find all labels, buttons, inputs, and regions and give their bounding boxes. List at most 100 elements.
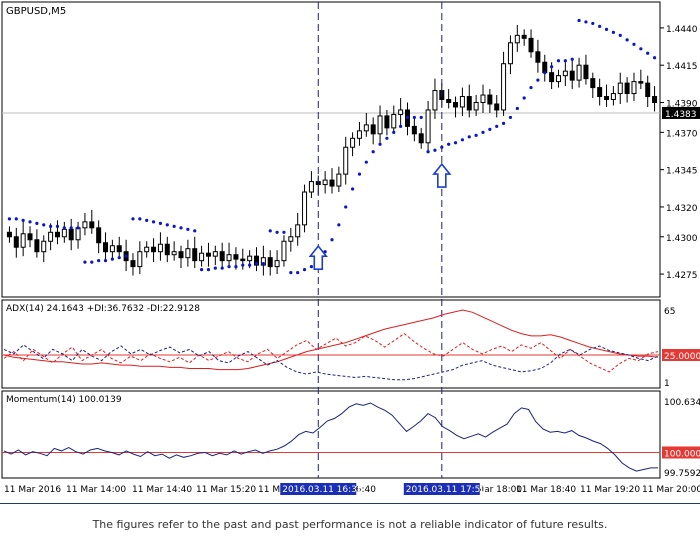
- psar-dot: [611, 30, 615, 34]
- psar-dot: [296, 270, 300, 275]
- disclaimer-text: The figures refer to the past and past p…: [92, 518, 608, 531]
- psar-dot: [97, 259, 101, 263]
- current-price-label: 1.4383: [665, 110, 697, 120]
- psar-dot: [474, 133, 478, 137]
- candle-body: [205, 252, 211, 257]
- psar-dot: [179, 226, 183, 230]
- psar-dot: [618, 33, 622, 37]
- psar-dot: [248, 263, 252, 267]
- candle-body: [144, 246, 150, 253]
- candle-body: [212, 251, 218, 257]
- psar-dot: [453, 141, 458, 145]
- candle-body: [624, 82, 630, 95]
- candle-body: [34, 239, 40, 253]
- candle-body: [453, 102, 459, 108]
- psar-dot: [14, 217, 18, 221]
- psar-dot: [193, 229, 197, 233]
- candle-body: [610, 93, 616, 101]
- psar-dot: [165, 223, 169, 227]
- psar-dot: [467, 135, 471, 139]
- psar-dot: [186, 227, 190, 231]
- psar-dot: [117, 256, 121, 260]
- price-tick-label: 1.4370: [666, 129, 698, 139]
- footer-separator: [0, 503, 700, 504]
- x-tick-label: 11 Mar 18:40: [516, 485, 576, 495]
- psar-dot: [131, 217, 135, 221]
- psar-dot: [529, 85, 533, 90]
- price-tick-label: 1.4275: [666, 271, 698, 281]
- candle-body: [555, 75, 561, 83]
- psar-dot: [591, 21, 595, 26]
- psar-dot: [337, 223, 341, 227]
- psar-dot: [282, 230, 286, 234]
- momentum-level-label: 100.0000: [664, 449, 700, 459]
- candle-body: [103, 242, 109, 253]
- x-tick-label: 11 Mar 15:20: [196, 485, 256, 495]
- candle-body: [487, 94, 493, 105]
- candle-body: [480, 94, 486, 104]
- candle-body: [569, 70, 575, 81]
- price-tick-label: 1.4300: [666, 234, 698, 244]
- candle-body: [96, 227, 102, 244]
- psar-dot: [76, 226, 80, 230]
- momentum-tick-label: 100.6348: [664, 398, 700, 408]
- psar-dot: [419, 115, 423, 120]
- candle-body: [109, 245, 115, 253]
- psar-dot: [268, 229, 272, 233]
- candle-body: [27, 233, 33, 241]
- x-tick-label: 11 Mar 19:20: [580, 485, 640, 495]
- psar-dot: [447, 142, 451, 146]
- candle-body: [411, 125, 417, 135]
- candle-body: [377, 115, 383, 135]
- psar-dot: [460, 138, 464, 142]
- x-tick-label: 11 Mar 2016: [4, 485, 61, 495]
- candle-body: [240, 258, 246, 262]
- candle-body: [226, 254, 232, 262]
- x-highlight-label-1: 2016.03.11 16:35: [282, 485, 362, 495]
- candle-body: [48, 231, 54, 242]
- candle-body: [288, 236, 294, 242]
- candle-body: [446, 99, 452, 104]
- candle-body: [652, 96, 658, 104]
- psar-dot: [570, 57, 574, 61]
- candle-body: [363, 124, 369, 132]
- psar-dot: [646, 51, 650, 55]
- psar-dot: [28, 220, 32, 224]
- candle-body: [151, 246, 157, 253]
- adx-tick-label: 1: [664, 379, 670, 389]
- candle-body: [61, 228, 67, 238]
- candle-body: [178, 251, 184, 259]
- psar-dot: [399, 124, 403, 128]
- psar-dot: [220, 266, 224, 270]
- candle-body: [199, 252, 205, 262]
- candle-body: [302, 191, 308, 226]
- psar-dot: [481, 130, 485, 134]
- psar-dot: [138, 217, 142, 221]
- candle-body: [494, 103, 500, 111]
- price-tick-label: 1.4440: [666, 25, 698, 35]
- price-tick-label: 1.4415: [666, 62, 698, 72]
- candle-body: [549, 72, 555, 83]
- psar-dot: [200, 268, 204, 272]
- candle-body: [384, 115, 390, 129]
- candle-body: [432, 90, 438, 111]
- psar-dot: [42, 223, 46, 227]
- adx-pane-title: ADX(14) 24.1643 +DI:36.7632 -DI:22.9128: [6, 304, 200, 314]
- candle-body: [535, 51, 541, 63]
- psar-dot: [35, 221, 39, 225]
- psar-dot: [543, 71, 547, 75]
- candle-body: [473, 102, 479, 111]
- psar-dot: [536, 78, 540, 82]
- psar-dot: [371, 150, 375, 154]
- psar-dot: [488, 127, 492, 131]
- candle-body: [528, 37, 534, 53]
- candle-body: [13, 236, 19, 248]
- psar-dot: [110, 257, 114, 261]
- candle-body: [398, 109, 404, 115]
- psar-dot: [158, 221, 163, 225]
- psar-dot: [261, 262, 265, 266]
- psar-dot: [522, 96, 526, 100]
- price-tick-label: 1.4320: [666, 204, 698, 214]
- psar-dot: [412, 115, 416, 120]
- psar-dot: [405, 115, 410, 120]
